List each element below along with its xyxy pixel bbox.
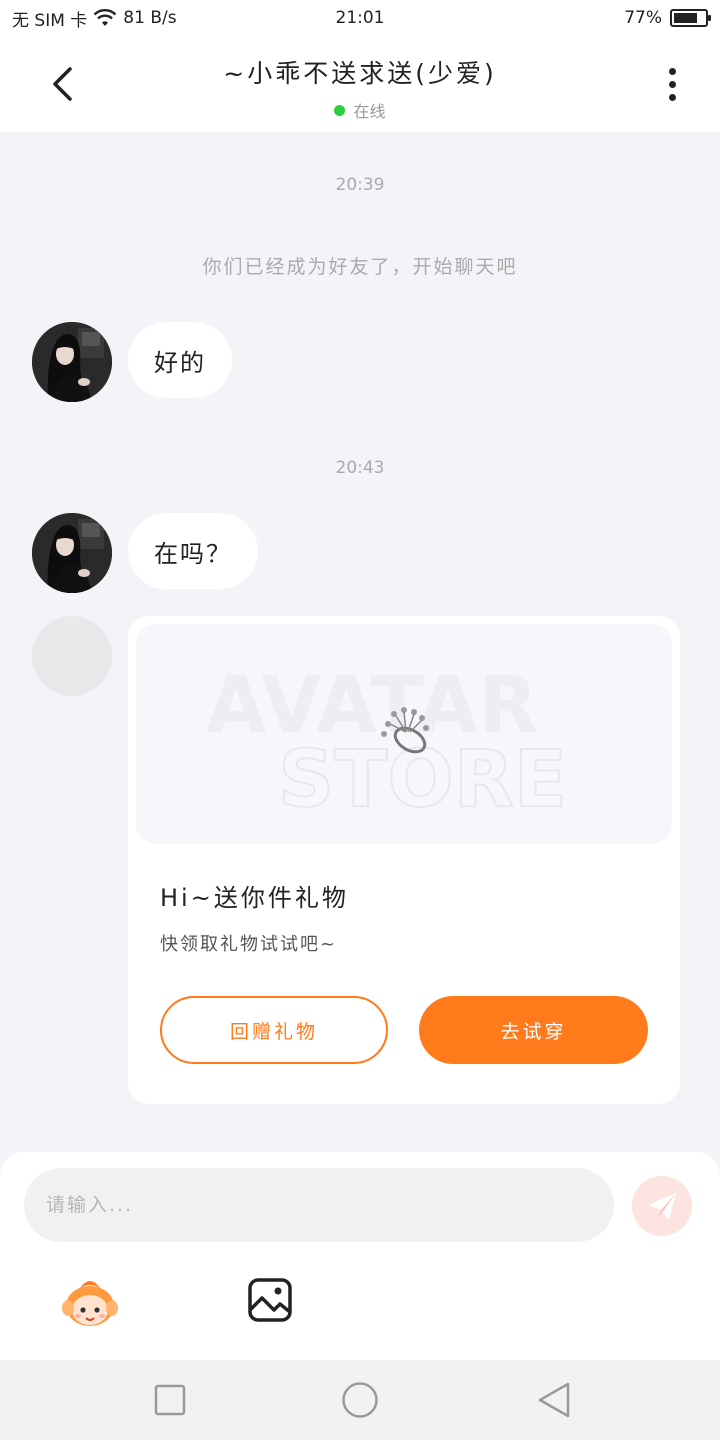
message-text: 好的 [154, 348, 206, 377]
avatar-photo [32, 513, 112, 593]
status-right: 77% [624, 8, 711, 28]
nav-home-button[interactable] [340, 1380, 380, 1420]
contact-avatar-placeholder[interactable] [32, 616, 112, 696]
timestamp: 20:39 [335, 175, 385, 195]
avatar-photo [32, 322, 112, 402]
status-left: 无 SIM 卡 81 B/s [12, 6, 177, 31]
system-navigation-bar [0, 1360, 720, 1440]
send-button[interactable] [632, 1176, 692, 1236]
presence-status: 在线 [130, 98, 590, 122]
message-text: 在吗？ [154, 539, 232, 568]
system-message: 你们已经成为好友了，开始聊天吧 [202, 256, 518, 278]
chat-title: ~小乖不送求送(少爱) [223, 59, 497, 88]
try-on-button[interactable]: 去试穿 [419, 996, 648, 1064]
sim-status: 无 SIM 卡 [12, 10, 88, 31]
message-composer [0, 1152, 720, 1360]
gift-subtitle: 快领取礼物试试吧~ [160, 934, 338, 955]
title-block: ~小乖不送求送(少爱) 在线 [130, 54, 590, 122]
gift-title: Hi~送你件礼物 [160, 884, 349, 912]
presence-label: 在线 [353, 102, 386, 121]
status-bar: 无 SIM 卡 81 B/s 21:01 77% [0, 0, 720, 36]
nav-square-icon [154, 1384, 186, 1416]
chat-header: ~小乖不送求送(少爱) 在线 [0, 36, 720, 132]
timestamp: 20:43 [335, 458, 385, 478]
nav-triangle-icon [538, 1382, 570, 1418]
more-vertical-icon [668, 67, 676, 75]
contact-avatar[interactable] [32, 513, 112, 593]
network-speed: 81 B/s [123, 8, 177, 28]
return-gift-button[interactable]: 回赠礼物 [160, 996, 388, 1064]
image-icon [248, 1278, 292, 1322]
message-input[interactable] [24, 1168, 614, 1242]
gift-image[interactable]: AVATAR STORE [136, 624, 672, 844]
send-icon [648, 1193, 676, 1220]
nav-circle-icon [342, 1382, 378, 1418]
battery-level [674, 13, 698, 23]
wifi-icon [93, 9, 117, 26]
incoming-message-bubble[interactable]: 好的 [128, 322, 232, 398]
gift-card[interactable]: AVATAR STORE Hi~送你件礼物 快领取礼物试试吧~ 回赠礼物 去试穿 [128, 616, 680, 1104]
image-picker-button[interactable] [246, 1276, 294, 1324]
more-dot [668, 80, 676, 88]
emoji-mascot-icon [62, 1281, 118, 1326]
back-button[interactable] [36, 58, 88, 110]
nav-recents-button[interactable] [150, 1380, 190, 1420]
more-options-button[interactable] [650, 62, 694, 106]
contact-avatar[interactable] [32, 322, 112, 402]
incoming-message-bubble[interactable]: 在吗？ [128, 513, 258, 589]
ring-gift-icon [381, 707, 429, 754]
nav-back-button[interactable] [534, 1380, 574, 1420]
emoji-button[interactable] [58, 1270, 122, 1334]
back-arrow-icon [53, 67, 72, 101]
more-dot [668, 93, 676, 101]
battery-percent: 77% [624, 8, 662, 28]
online-dot-icon [334, 104, 346, 116]
battery-icon [670, 9, 711, 27]
